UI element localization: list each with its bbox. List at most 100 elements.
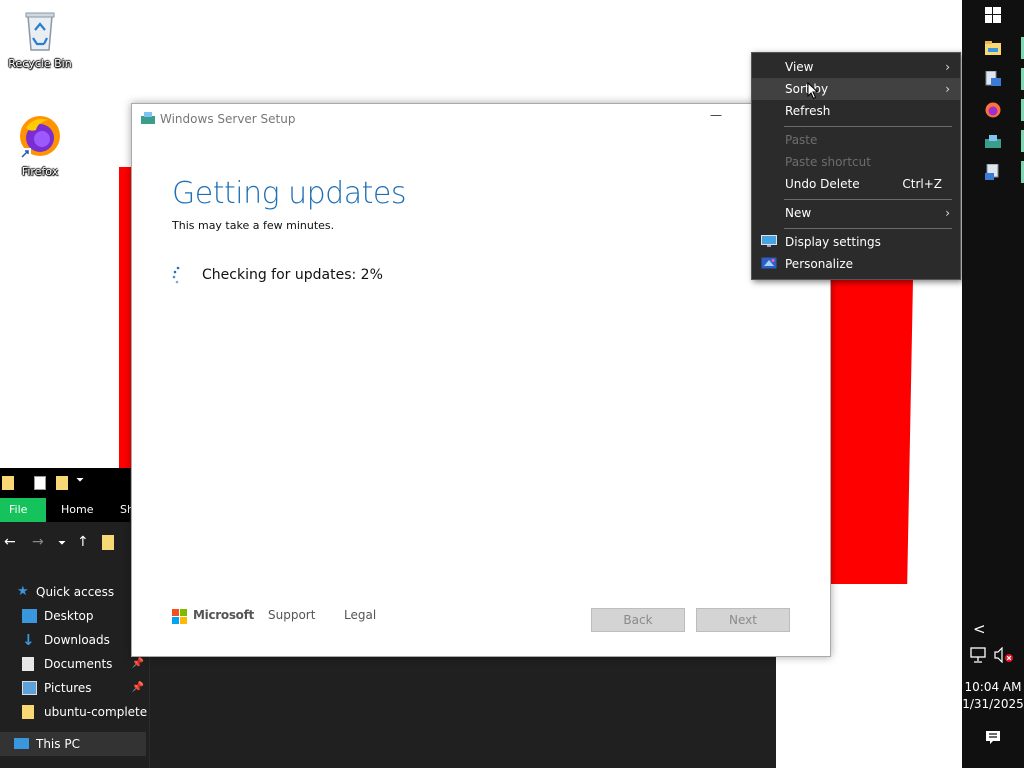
menu-item-label: Refresh — [785, 104, 831, 118]
red-wallpaper-shape-right — [830, 280, 913, 584]
nav-quick-access-label: Quick access — [36, 585, 115, 599]
submenu-arrow-icon: › — [945, 82, 950, 96]
windows-server-setup-dialog: Windows Server Setup — Getting updates T… — [131, 103, 831, 657]
nav-quick-access[interactable]: ★ Quick access — [0, 580, 150, 604]
menu-item-label: Paste — [785, 133, 818, 147]
back-button[interactable]: Back — [591, 608, 685, 632]
nav-item-downloads[interactable]: ↓ Downloads — [0, 628, 150, 652]
menu-item-paste[interactable]: Paste — [752, 129, 960, 151]
page-title: Getting updates — [172, 176, 406, 211]
nav-this-pc[interactable]: This PC — [0, 732, 146, 756]
nav-item-label: Documents — [44, 657, 113, 671]
menu-item-sort-by[interactable]: Sort by › — [752, 78, 960, 100]
tab-home[interactable]: Home — [52, 498, 102, 522]
star-icon: ★ — [17, 584, 29, 599]
up-arrow-icon[interactable]: ↑ — [77, 534, 89, 550]
back-arrow-icon[interactable]: ← — [4, 534, 16, 550]
recycle-bin-icon — [25, 12, 55, 51]
volume-muted-icon[interactable] — [994, 647, 1014, 663]
personalize-icon — [761, 257, 777, 269]
menu-item-refresh[interactable]: Refresh — [752, 100, 960, 122]
forward-arrow-icon[interactable]: → — [32, 534, 44, 550]
setup-window-title: Windows Server Setup — [160, 112, 296, 126]
nav-item-label: Pictures — [44, 681, 92, 695]
menu-item-display-settings[interactable]: Display settings — [752, 231, 960, 253]
menu-separator — [784, 126, 952, 127]
nav-item-label: Desktop — [44, 609, 94, 623]
network-icon[interactable] — [970, 647, 988, 663]
recycle-bin-label: Recycle Bin — [8, 57, 72, 70]
folder-icon[interactable] — [2, 476, 14, 490]
taskbar-setup-installer[interactable] — [962, 157, 1024, 187]
submenu-arrow-icon: › — [945, 60, 950, 74]
show-hidden-icons-chevron[interactable]: < — [973, 620, 986, 638]
tab-file[interactable]: File — [0, 498, 46, 522]
minimize-button[interactable]: — — [706, 108, 726, 122]
clock-date: 1/31/2025 — [962, 697, 1024, 711]
start-button[interactable] — [962, 0, 1024, 30]
downloads-icon: ↓ — [22, 631, 35, 649]
menu-item-view[interactable]: View › — [752, 56, 960, 78]
nav-this-pc-label: This PC — [36, 737, 80, 751]
address-folder-icon — [102, 535, 114, 550]
page-subtitle: This may take a few minutes. — [172, 219, 335, 232]
menu-item-label: Undo Delete — [785, 177, 860, 191]
properties-icon[interactable] — [34, 476, 46, 490]
desktop-icon-firefox[interactable]: Firefox — [0, 112, 80, 178]
taskbar-server-manager[interactable] — [962, 64, 1024, 94]
loading-spinner-icon — [172, 266, 180, 284]
desktop-icon-recycle-bin[interactable]: Recycle Bin — [0, 8, 80, 70]
microsoft-wordmark: Microsoft — [193, 608, 254, 622]
desktop-context-menu: View › Sort by › Refresh Paste Paste sho… — [751, 52, 961, 280]
taskbar-windows-setup[interactable] — [962, 126, 1024, 156]
menu-item-label: Paste shortcut — [785, 155, 871, 169]
nav-item-label: ubuntu-complete — [44, 705, 148, 719]
mouse-cursor-icon — [807, 82, 819, 100]
menu-item-label: View — [785, 60, 814, 74]
nav-item-desktop[interactable]: Desktop — [0, 604, 150, 628]
server-manager-icon — [985, 71, 1001, 86]
quick-access-toolbar: ⏷ — [0, 468, 130, 498]
folder-icon — [22, 705, 34, 719]
action-center-icon[interactable] — [985, 730, 1001, 746]
pin-icon: 📌 — [131, 682, 144, 693]
update-progress-text: Checking for updates: 2% — [202, 267, 383, 283]
windows-logo-icon — [985, 7, 1001, 23]
next-button[interactable]: Next — [696, 608, 790, 632]
nav-item-pictures[interactable]: Pictures 📌 — [0, 676, 150, 700]
desktop-folder-icon — [22, 609, 37, 623]
taskbar-file-explorer[interactable] — [962, 33, 1024, 63]
support-link[interactable]: Support — [268, 608, 315, 622]
navigation-bar: ← → ⏷ ↑ — [0, 530, 130, 556]
legal-link[interactable]: Legal — [344, 608, 376, 622]
taskbar-firefox[interactable] — [962, 95, 1024, 125]
navigation-pane: ★ Quick access Desktop ↓ Downloads Docum… — [0, 580, 150, 756]
menu-item-paste-shortcut[interactable]: Paste shortcut — [752, 151, 960, 173]
file-explorer-icon — [985, 41, 1001, 55]
menu-item-shortcut: Ctrl+Z — [902, 177, 942, 191]
ribbon-tabs: File Home Sh — [0, 498, 134, 522]
nav-item-ubuntu-complete[interactable]: ubuntu-complete — [0, 700, 150, 724]
menu-item-personalize[interactable]: Personalize — [752, 253, 960, 275]
nav-item-documents[interactable]: Documents 📌 — [0, 652, 150, 676]
menu-item-label: New — [785, 206, 812, 220]
nav-item-label: Downloads — [44, 633, 110, 647]
installer-icon — [985, 164, 999, 180]
menu-item-label: Personalize — [785, 257, 854, 271]
documents-icon — [22, 657, 34, 671]
microsoft-logo-icon — [172, 609, 187, 624]
setup-titlebar[interactable]: Windows Server Setup — — [132, 104, 830, 134]
menu-separator — [784, 228, 952, 229]
display-settings-icon — [761, 235, 777, 247]
system-clock[interactable]: 10:04 AM 1/31/2025 — [962, 679, 1024, 713]
setup-app-icon — [985, 135, 1001, 148]
customize-toolbar-chevron-icon[interactable]: ⏷ — [76, 475, 84, 486]
menu-separator — [784, 199, 952, 200]
new-folder-icon[interactable] — [56, 476, 68, 490]
pictures-icon — [22, 681, 37, 695]
recent-locations-chevron-icon[interactable]: ⏷ — [58, 538, 66, 549]
menu-item-undo-delete[interactable]: Undo Delete Ctrl+Z — [752, 173, 960, 195]
clock-time: 10:04 AM — [964, 680, 1022, 694]
firefox-label: Firefox — [21, 165, 59, 178]
menu-item-new[interactable]: New › — [752, 202, 960, 224]
